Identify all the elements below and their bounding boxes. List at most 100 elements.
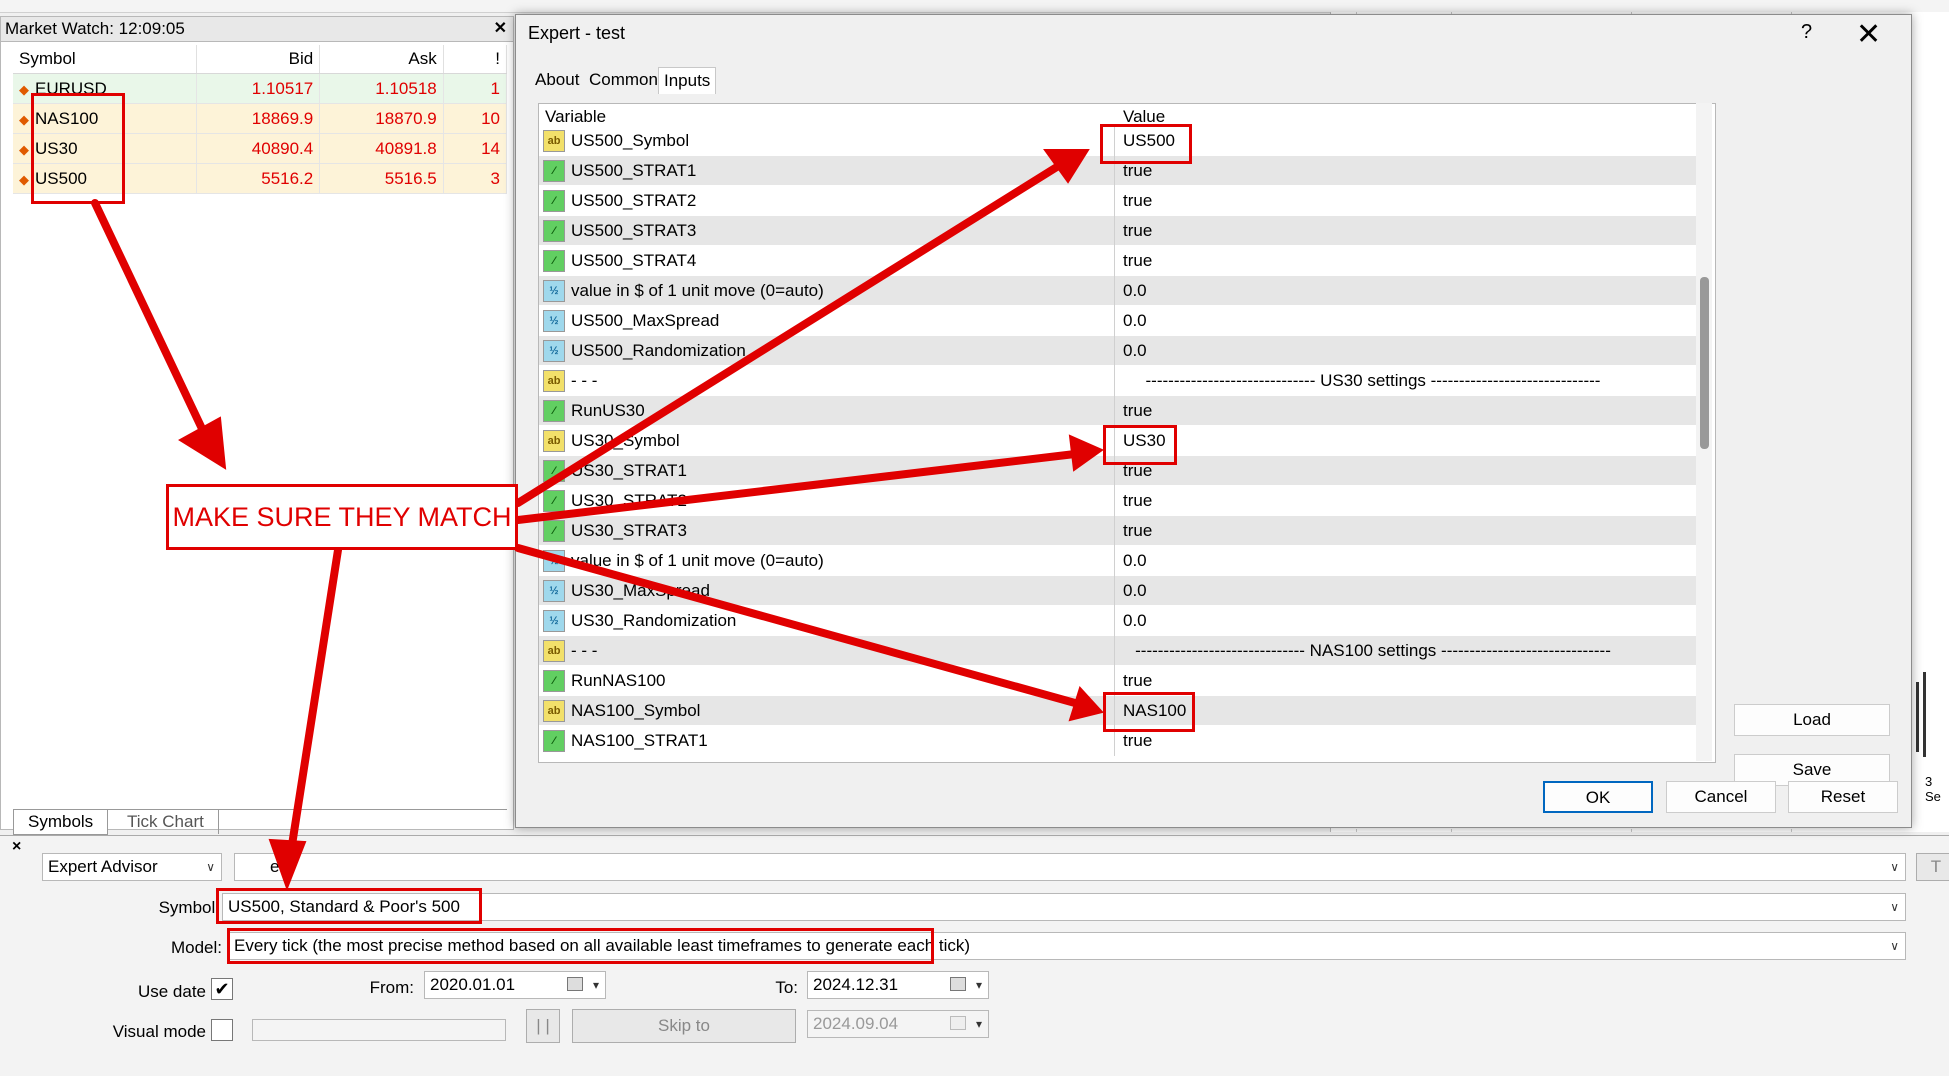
input-variable-name: US30_STRAT3 (571, 521, 687, 540)
input-variable-name: - - - (571, 641, 598, 660)
input-row[interactable]: ab - - - ------------------------------ NA… (539, 636, 1699, 666)
spread-value: 3 (443, 163, 508, 194)
tester-type-select[interactable]: Expert Advisor ∨ (42, 853, 222, 881)
input-variable-name: US500_STRAT1 (571, 161, 697, 180)
bool-param-icon: ⁄ (543, 400, 565, 422)
to-date-input[interactable]: 2024.12.31 ▾ (807, 971, 989, 999)
column-separator (1114, 216, 1115, 246)
input-value[interactable]: true (1123, 191, 1152, 211)
input-variable-name: US500_STRAT2 (571, 191, 697, 210)
col-symbol[interactable]: Symbol (13, 45, 197, 74)
input-row[interactable]: ⁄ US500_STRAT3 true (539, 216, 1699, 246)
input-value[interactable]: true (1123, 491, 1152, 511)
inputs-scrollbar-thumb[interactable] (1700, 277, 1709, 449)
input-value[interactable]: 0.0 (1123, 281, 1147, 301)
tab-symbols[interactable]: Symbols (13, 810, 109, 835)
tester-close-icon[interactable]: × (12, 838, 21, 856)
input-row[interactable]: ½ US30_Randomization 0.0 (539, 606, 1699, 636)
input-value[interactable]: ------------------------------ US30 sett… (1123, 371, 1623, 391)
input-row[interactable]: ⁄ US30_STRAT2 true (539, 486, 1699, 516)
tab-tick-chart[interactable]: Tick Chart (113, 810, 219, 834)
visual-mode-checkbox[interactable] (211, 1019, 233, 1041)
candle (1916, 682, 1919, 752)
pause-button[interactable]: | | (526, 1009, 560, 1043)
input-row[interactable]: ⁄ RunUS30 true (539, 396, 1699, 426)
annotation-box-us500 (1100, 124, 1192, 164)
market-watch-header: Symbol Bid Ask ! (13, 45, 508, 74)
cancel-button[interactable]: Cancel (1666, 781, 1776, 813)
input-value[interactable]: 0.0 (1123, 551, 1147, 571)
dropdown-icon: ∨ (1890, 939, 1899, 953)
expert-name-value: ea (270, 857, 289, 876)
input-row[interactable]: ⁄ US30_STRAT3 true (539, 516, 1699, 546)
col-ask[interactable]: Ask (319, 45, 444, 74)
load-button[interactable]: Load (1734, 704, 1890, 736)
expert-select[interactable]: ea ∨ (234, 853, 1906, 881)
string-param-icon: ab (543, 130, 565, 152)
input-value[interactable]: 0.0 (1123, 581, 1147, 601)
model-label: Model: (170, 938, 222, 957)
expert-properties-button[interactable]: T (1916, 853, 1949, 881)
string-param-icon: ab (543, 640, 565, 662)
to-label: To: (775, 978, 798, 997)
col-bid[interactable]: Bid (196, 45, 321, 74)
input-value[interactable]: true (1123, 731, 1152, 751)
market-watch-title-bar: Market Watch: 12:09:05 (1, 17, 513, 42)
input-variable-name: value in $ of 1 unit move (0=auto) (571, 281, 824, 300)
input-row[interactable]: ½ US500_Randomization 0.0 (539, 336, 1699, 366)
market-watch-close-icon[interactable]: ✕ (494, 17, 507, 41)
input-row[interactable]: ½ value in $ of 1 unit move (0=auto) 0.0 (539, 546, 1699, 576)
spread-value: 10 (443, 103, 508, 134)
input-variable-name: US500_STRAT3 (571, 221, 697, 240)
input-row[interactable]: ½ value in $ of 1 unit move (0=auto) 0.0 (539, 276, 1699, 306)
market-watch-tabs: Symbols Tick Chart (13, 809, 507, 836)
input-variable-name: US500_STRAT4 (571, 251, 697, 270)
chart-date-label: 3 Se (1925, 774, 1941, 804)
double-param-icon: ½ (543, 580, 565, 602)
input-value[interactable]: true (1123, 521, 1152, 541)
annotation-box-tester-symbol (216, 888, 482, 924)
annotation-callout: MAKE SURE THEY MATCH (166, 484, 518, 550)
input-variable-name: US30_Symbol (571, 431, 680, 450)
input-value[interactable]: true (1123, 161, 1152, 181)
input-value[interactable]: ------------------------------ NAS100 se… (1123, 641, 1623, 661)
input-value[interactable]: true (1123, 401, 1152, 421)
visual-speed-slider[interactable] (252, 1019, 506, 1041)
double-param-icon: ½ (543, 550, 565, 572)
bid-value: 40890.4 (196, 133, 321, 164)
tab-common[interactable]: Common (584, 67, 663, 93)
input-value[interactable]: true (1123, 221, 1152, 241)
col-variable[interactable]: Variable (545, 107, 606, 127)
input-value[interactable]: true (1123, 671, 1152, 691)
annotation-box-us30 (1103, 425, 1177, 465)
column-separator (1114, 516, 1115, 546)
tab-inputs[interactable]: Inputs (658, 67, 717, 94)
input-row[interactable]: ½ US500_MaxSpread 0.0 (539, 306, 1699, 336)
input-row[interactable]: ⁄ US500_STRAT2 true (539, 186, 1699, 216)
input-variable-name: NAS100_Symbol (571, 701, 701, 720)
input-value[interactable]: true (1123, 251, 1152, 271)
ask-value: 18870.9 (319, 103, 444, 134)
skip-to-date-input[interactable]: 2024.09.04 ▾ (807, 1010, 989, 1038)
input-value[interactable]: 0.0 (1123, 611, 1147, 631)
bool-param-icon: ⁄ (543, 490, 565, 512)
input-value[interactable]: 0.0 (1123, 341, 1147, 361)
dialog-close-icon[interactable]: ✕ (1856, 17, 1881, 52)
input-row[interactable]: ab - - - ------------------------------ US… (539, 366, 1699, 396)
use-date-checkbox[interactable]: ✔ (211, 978, 233, 1000)
tab-about[interactable]: About (530, 67, 584, 93)
dropdown-icon: ▾ (592, 978, 599, 992)
input-variable-name: RunNAS100 (571, 671, 666, 690)
skip-to-button[interactable]: Skip to (572, 1009, 796, 1043)
input-row[interactable]: ½ US30_MaxSpread 0.0 (539, 576, 1699, 606)
annotation-box-tester-model (227, 928, 934, 964)
ok-button[interactable]: OK (1543, 781, 1653, 813)
input-value[interactable]: 0.0 (1123, 311, 1147, 331)
input-row[interactable]: ⁄ US500_STRAT4 true (539, 246, 1699, 276)
calendar-icon (950, 977, 966, 991)
col-spread[interactable]: ! (443, 45, 508, 74)
from-date-input[interactable]: 2020.01.01 ▾ (424, 971, 606, 999)
help-icon[interactable]: ? (1801, 21, 1812, 44)
reset-button[interactable]: Reset (1788, 781, 1898, 813)
bool-param-icon: ⁄ (543, 160, 565, 182)
